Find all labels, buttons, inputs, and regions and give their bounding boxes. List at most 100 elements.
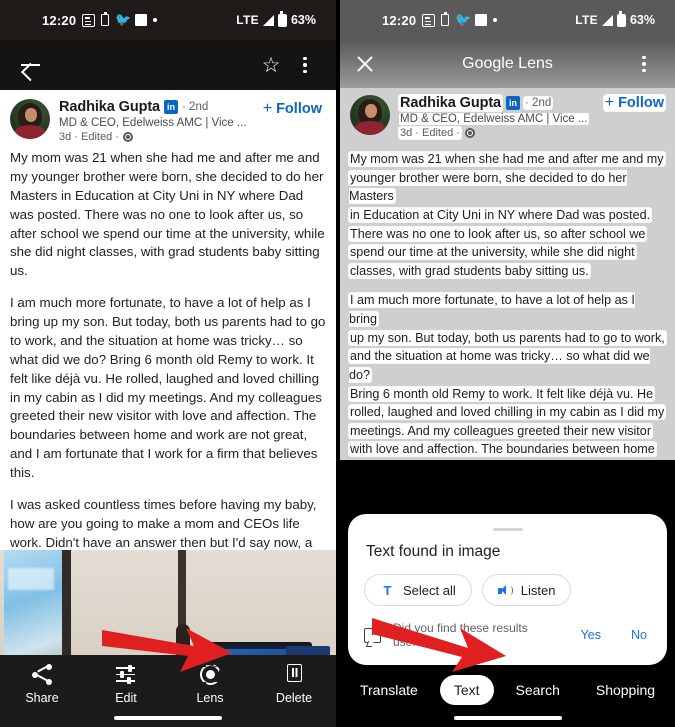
share-icon [31,664,53,685]
home-indicator[interactable] [114,716,222,720]
twitter-icon: 🐦 [455,12,472,27]
lens-title: Google Lens [462,55,553,72]
lens-image-preview[interactable]: Radhika Gupta in · 2nd MD & CEO, Edelwei… [340,88,675,460]
kebab-menu-icon [642,55,646,73]
signal-icon [601,14,613,26]
author-row: Radhika Gupta in · 2nd [59,99,257,115]
select-all-button[interactable]: T Select all [364,574,472,606]
square-icon [475,14,488,26]
post-paragraph-1: My mom was 21 when she had me and after … [10,150,325,279]
feedback-row: Did you find these results useful? Yes N… [348,621,667,649]
detected-line: classes, with grad students baby sitting… [349,263,590,278]
follow-label: Follow [618,95,664,111]
dot-icon [493,18,498,22]
home-indicator[interactable] [453,716,562,720]
twitter-icon: 🐦 [115,12,132,27]
linkedin-badge-icon: in [164,100,179,114]
edit-button[interactable]: Edit [84,664,168,705]
follow-label: Follow [276,101,322,117]
left-bottom-toolbar: Share Edit Lens Delete [0,655,336,727]
avatar[interactable] [10,99,50,139]
square-icon [135,14,148,26]
author-name[interactable]: Radhika Gupta [59,99,160,115]
battery-icon [616,11,626,27]
sheet-title: Text found in image [366,543,501,560]
feedback-yes-button[interactable]: Yes [581,628,601,642]
status-bar-right: 12:20 🐦 LTE 63% [340,0,675,40]
avatar [350,95,390,135]
battery-percent: 63% [290,13,316,27]
text-results-sheet: Text found in image T Select all Listen … [348,513,667,665]
battery-percent: 63% [629,13,655,27]
feedback-icon [364,627,381,643]
mode-shopping[interactable]: Shopping [582,675,669,705]
detected-line: meetings. And my colleagues greeted thei… [349,423,653,438]
lens-mode-tabs: Translate Text Search Shopping [340,675,675,705]
close-lens-button[interactable] [354,53,376,75]
delete-label: Delete [275,691,313,705]
network-label: LTE [236,13,259,27]
detected-paragraph-2: I am much more fortunate, to have a lot … [349,291,666,460]
share-button[interactable]: Share [0,664,84,705]
mode-text[interactable]: Text [439,675,494,705]
kebab-menu-icon [303,56,307,74]
lens-app-bar: Google Lens [340,40,675,88]
listen-button[interactable]: Listen [481,574,572,606]
author-name: Radhika Gupta [399,95,503,111]
post-meta: 3d · Edited · [399,127,604,139]
follow-button: + Follow [603,94,665,111]
connection-degree: · 2nd [524,97,553,109]
lens-overflow-menu-button[interactable] [627,47,661,81]
detected-line: with love and affection. The boundaries … [349,442,656,457]
overflow-menu-button[interactable] [288,48,322,82]
favorite-button[interactable]: ☆ [254,48,288,82]
globe-icon [122,132,133,142]
follow-button[interactable]: + Follow [257,99,326,117]
post-timestamp: 3d · Edited · [399,127,461,139]
sheet-drag-handle[interactable] [492,527,523,531]
detected-line: I am much more fortunate, to have a lot … [349,293,635,326]
author-headline: MD & CEO, Edelweiss AMC | Vice ... [59,117,247,129]
post-header: Radhika Gupta in · 2nd MD & CEO, Edelwei… [340,88,675,144]
mode-search[interactable]: Search [502,675,574,705]
globe-icon [464,128,475,138]
edit-label: Edit [115,691,137,705]
speaker-icon [497,584,513,597]
lens-label: Lens [196,691,224,705]
detected-paragraph-1: My mom was 21 when she had me and after … [349,150,666,280]
star-icon: ☆ [261,53,281,77]
detected-line: rolled, laughed and loved chilling in my… [349,405,666,420]
left-app-bar: ☆ [0,40,336,90]
plus-icon: + [262,100,273,117]
detected-line: younger brother were born, she decided t… [349,170,627,204]
lens-icon [200,664,221,685]
battery-small-icon [101,12,110,26]
battery-icon [277,11,287,27]
right-phone-panel: 12:20 🐦 LTE 63% Google Lens Radhika Gupt… [340,0,675,727]
detected-line: in Education at City Uni in NY where Dad… [349,207,652,222]
battery-small-icon [441,12,450,26]
status-bar-left-group: 12:20 🐦 [382,12,498,28]
lens-button[interactable]: Lens [168,664,252,705]
author-row: Radhika Gupta in · 2nd [399,95,604,111]
mode-translate[interactable]: Translate [346,675,432,705]
detected-line: up my son. But today, both us parents ha… [349,330,666,345]
connection-degree: · 2nd [182,101,209,113]
detected-line: There was no one to look after us, so af… [349,226,647,241]
plus-icon: + [604,94,615,111]
status-bar-right-group: LTE 63% [236,11,316,27]
delete-button[interactable]: Delete [252,664,336,705]
back-arrow-icon [21,55,41,75]
detected-text-block[interactable]: My mom was 21 when she had me and after … [340,144,675,460]
post-body: My mom was 21 when she had me and after … [0,149,336,550]
status-time: 12:20 [42,12,77,28]
feedback-no-button[interactable]: No [631,628,647,642]
feedback-question: Did you find these results useful? [393,621,528,649]
post-paragraph-2: I am much more fortunate, to have a lot … [10,295,326,480]
post-identity: Radhika Gupta in · 2nd MD & CEO, Edelwei… [390,95,604,139]
detected-line: My mom was 21 when she had me and after … [349,152,665,166]
status-bar-left: 12:20 🐦 LTE 63% [0,0,336,40]
status-time: 12:20 [382,12,417,28]
back-button[interactable] [14,48,48,82]
sheet-actions: T Select all Listen [348,574,667,606]
